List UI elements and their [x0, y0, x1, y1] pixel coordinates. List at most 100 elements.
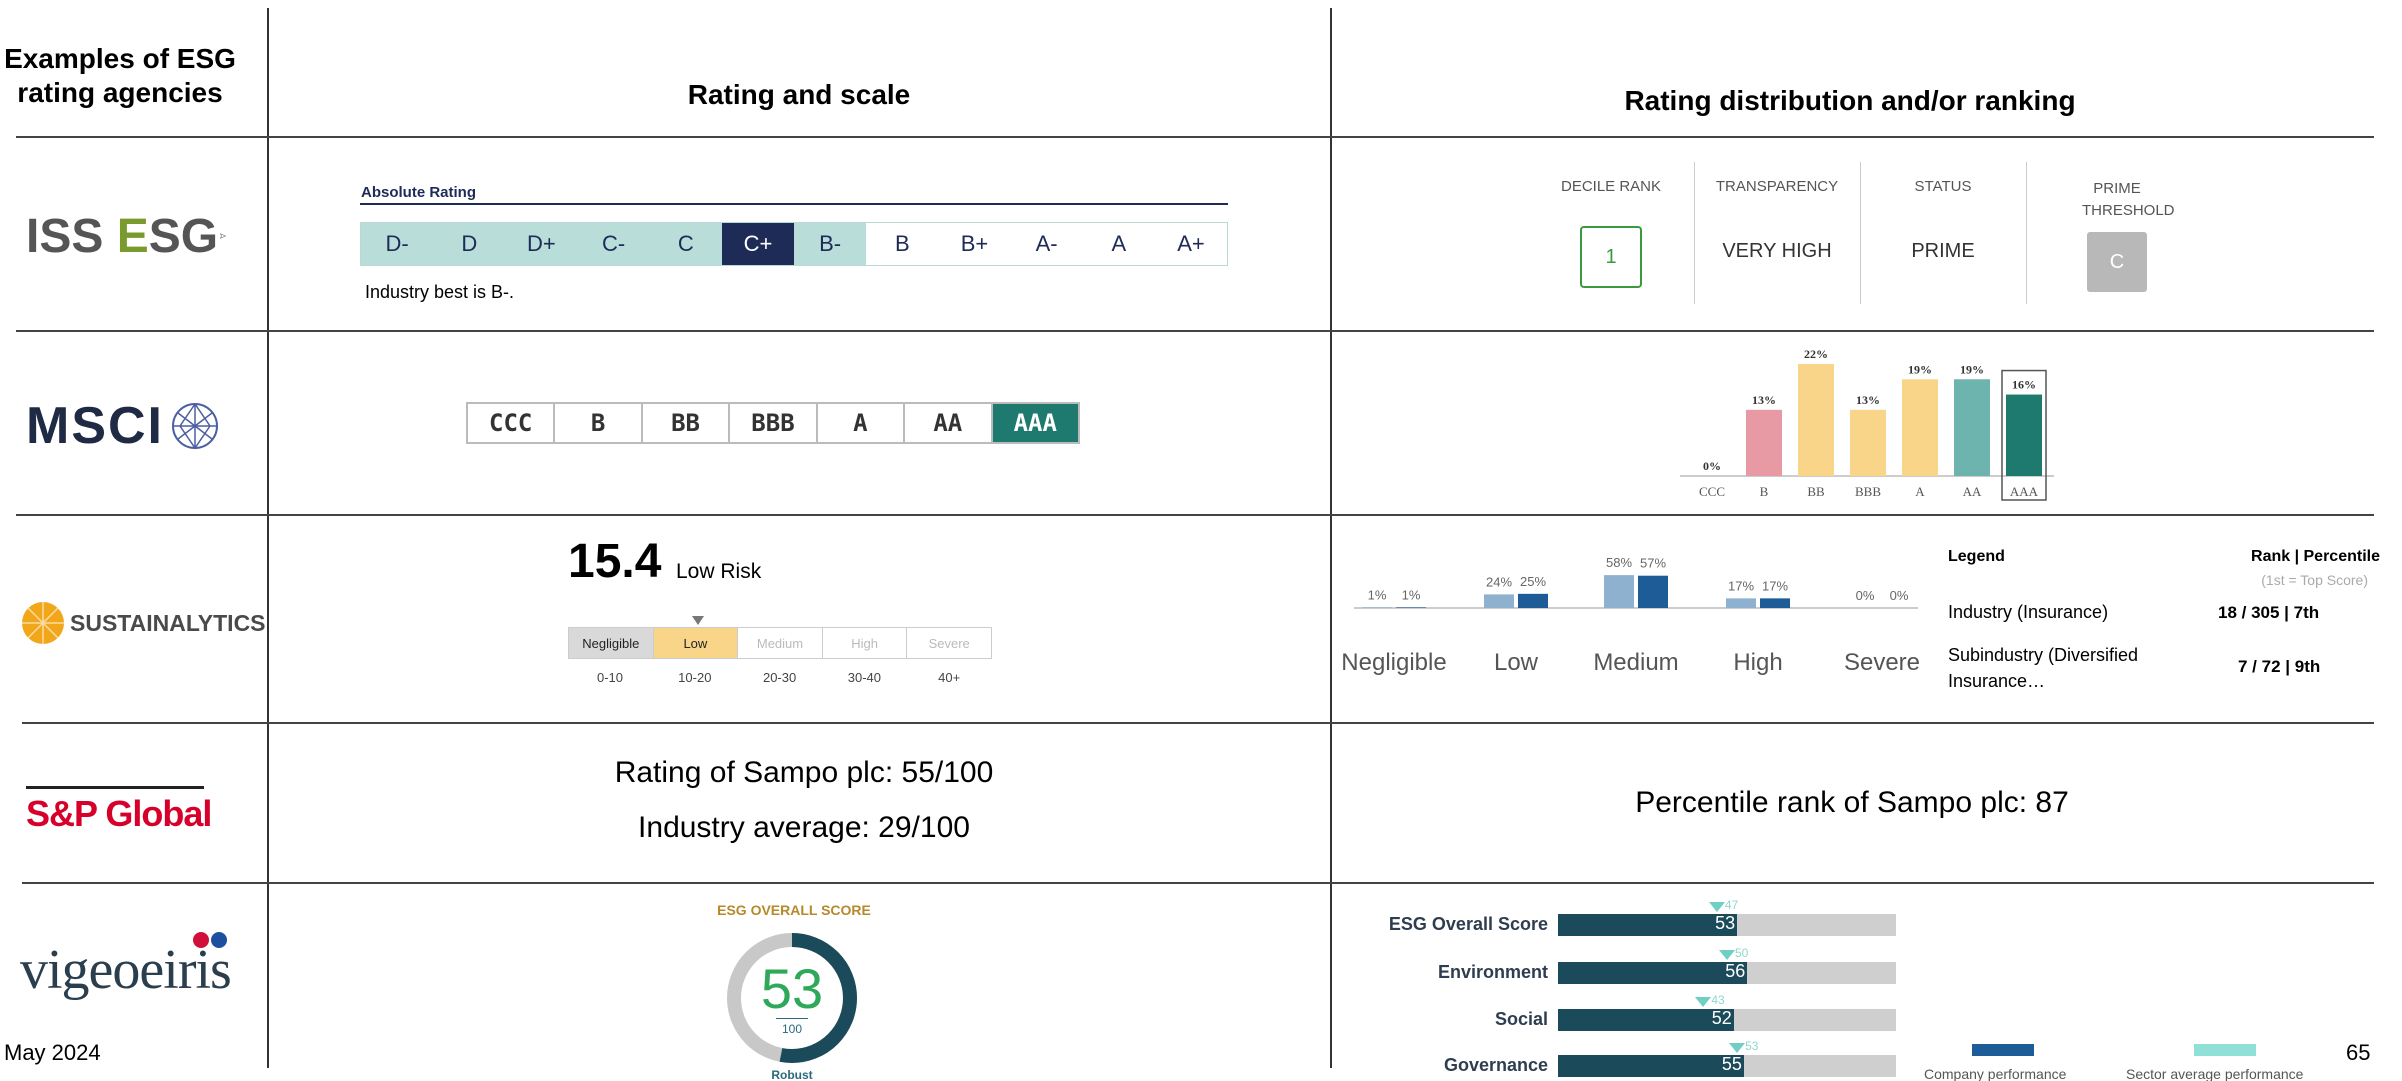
legend-row-name: Industry (Insurance)	[1948, 602, 2109, 622]
msci-rating-scale: CCC B BB BBB A AA AAA	[466, 402, 1080, 444]
sector-marker-icon	[1695, 997, 1712, 1007]
rank-header: Rank | Percentile	[2251, 548, 2380, 565]
msci-scale-cell: CCC	[468, 404, 556, 442]
vigeo-bar-label: Governance	[1443, 1055, 1548, 1075]
header-rating: Rating and scale	[687, 79, 911, 110]
iss-scale-cell: B-	[794, 223, 867, 265]
sus-bar	[1484, 594, 1514, 608]
risk-range-label: 40+	[938, 670, 961, 685]
iss-scale-cell: C	[649, 223, 722, 265]
sus-bar	[1396, 607, 1426, 608]
sus-bar-label: 17%	[1728, 578, 1754, 593]
msci-category-label: BB	[1807, 484, 1825, 499]
risk-scale-cell: Severe	[928, 635, 970, 651]
sus-bar-label: 25%	[1520, 574, 1546, 589]
prime-threshold-value: C	[2087, 232, 2147, 292]
vigeo-bar-value: 55	[1721, 1054, 1742, 1074]
iss-scale-title: Absolute Rating	[361, 184, 476, 201]
iss-scale-cell: A-	[1035, 231, 1058, 256]
decile-rank-label: DECILE RANK	[1560, 178, 1662, 195]
vigeo-bar-track: 53	[1558, 913, 1896, 936]
risk-range-label: 10-20	[678, 670, 712, 685]
esg-overall-label: Robust	[771, 1068, 813, 1081]
msci-scale-cell: A	[818, 404, 906, 442]
status-value: PRIME	[1911, 240, 1975, 262]
iss-scale-cell: B	[894, 231, 910, 256]
msci-scale-cell: AA	[905, 404, 993, 442]
iss-rating-scale: D- D D+ C- C C+ B- B B+ A- A A+	[360, 222, 1228, 266]
sus-bar-label: 0%	[1856, 588, 1875, 603]
sp-global-logo: S&P Global	[26, 786, 212, 835]
sustainalytics-risk-scale: Negligible Low Medium High Severe	[568, 627, 992, 659]
risk-scale-cell: Low	[653, 628, 739, 658]
sus-bar-label: 24%	[1486, 574, 1512, 589]
legend-company-label: Company performance	[1924, 1066, 2067, 1081]
header-distribution: Rating distribution and/or ranking	[1624, 85, 2076, 116]
legend-row-rank: 7 / 72 | 9th	[2238, 657, 2321, 676]
sus-bar	[1760, 598, 1790, 608]
sustainalytics-logo-text: SUSTAINALYTICS	[70, 609, 266, 636]
iss-esg-logo: ISS E SG	[26, 206, 226, 266]
sus-bar-label: 1%	[1368, 587, 1387, 602]
sus-bar	[1726, 598, 1756, 608]
msci-scale-cell: BB	[643, 404, 731, 442]
sector-marker-icon	[1729, 1043, 1746, 1053]
rank-subheader: (1st = Top Score)	[2261, 572, 2368, 588]
page-number: 65	[2346, 1040, 2371, 1065]
legend-title: Legend	[1948, 548, 2005, 565]
sector-average-value: 43	[1711, 993, 1725, 1007]
msci-category-label: B	[1760, 484, 1769, 499]
decile-rank-value: 1	[1580, 226, 1642, 288]
msci-logo-text: MSCI	[26, 397, 164, 455]
vigeo-bar-label: Environment	[1437, 962, 1548, 982]
vigeo-bar-value: 56	[1725, 961, 1746, 981]
iss-scale-cell: D-	[361, 223, 434, 265]
sector-marker-icon	[1708, 902, 1725, 912]
column-divider-2	[1330, 8, 1332, 1068]
iss-scale-cell: A	[1111, 231, 1127, 256]
msci-scale-cell: B	[555, 404, 643, 442]
msci-bar-label: 16%	[2012, 378, 2036, 392]
esg-overall-divider	[776, 1018, 808, 1019]
sun-icon	[22, 602, 64, 644]
prime-threshold-label: PRIME THRESHOLD	[2082, 180, 2175, 219]
msci-bar-label: 0%	[1703, 459, 1721, 473]
decile-separator	[1860, 162, 1861, 304]
sustainalytics-logo: SUSTAINALYTICS	[20, 600, 266, 646]
sus-bar-label: 1%	[1402, 587, 1421, 602]
risk-range-label: 0-10	[596, 670, 624, 685]
decile-rank-column: DECILE RANK 1	[1544, 160, 1678, 304]
sus-bar	[1362, 607, 1392, 608]
iss-scale-cell: D+	[505, 223, 578, 265]
logo-dots-icon	[193, 932, 227, 948]
sus-bar-label: 0%	[1890, 588, 1909, 603]
risk-scale-cell: Negligible	[569, 628, 654, 658]
row-divider	[16, 136, 2374, 138]
sus-bar-label: 57%	[1640, 556, 1666, 571]
sp-average-text: Industry average: 29/100	[638, 811, 970, 844]
sector-average-value: 53	[1745, 1039, 1759, 1053]
msci-bar	[1902, 379, 1938, 476]
iss-scale-rule	[360, 203, 1228, 205]
msci-category-label: BBB	[1855, 484, 1881, 499]
sp-logo-rule	[26, 786, 204, 789]
sp-rating-text: Rating of Sampo plc: 55/100	[614, 756, 994, 789]
sus-category-label: Low	[1494, 649, 1539, 676]
vigeo-eiris-logo: vigeoeiris	[20, 924, 232, 1002]
iss-scale-cell: C+	[721, 223, 795, 265]
row-divider	[22, 722, 2374, 724]
msci-logo: MSCI	[26, 396, 220, 456]
iss-scale-cell: D	[433, 223, 506, 265]
row-divider	[16, 330, 2374, 332]
paper-plane-icon	[220, 233, 226, 239]
msci-category-label: A	[1915, 484, 1925, 499]
transparency-value: VERY HIGH	[1722, 240, 1832, 262]
msci-bar-label: 13%	[1856, 393, 1880, 407]
iss-industry-note: Industry best is B-.	[365, 282, 515, 302]
vigeo-bar-value: 53	[1715, 913, 1736, 933]
msci-scale-cell: BBB	[730, 404, 818, 442]
status-label: STATUS	[1914, 178, 1972, 195]
footer-date: May 2024	[4, 1040, 101, 1065]
risk-range-label: 30-40	[847, 670, 882, 685]
esg-overall-max: 100	[781, 1022, 803, 1036]
